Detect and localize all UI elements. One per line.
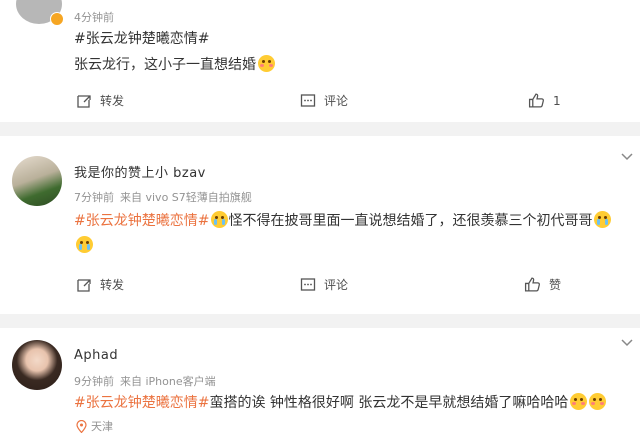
- laughing-emoji-icon: [589, 393, 607, 410]
- location-label: 天津: [91, 420, 113, 433]
- laughing-emoji-icon: [570, 393, 588, 410]
- hashtag-link[interactable]: #张云龙钟楚曦恋情#: [74, 213, 209, 229]
- like-count: 1: [553, 93, 561, 108]
- post-text-content: 怪不得在披哥里面一直说想结婚了，还很羡慕三个初代哥哥: [228, 213, 593, 229]
- like-label: 赞: [549, 278, 562, 292]
- post-text: #张云龙钟楚曦恋情# 怪不得在披哥里面一直说想结婚了，还很羡慕三个初代哥哥: [74, 210, 612, 230]
- avatar[interactable]: [12, 156, 62, 206]
- post-time: 9分钟前: [74, 375, 114, 388]
- location-pin-icon: [76, 419, 87, 433]
- post-3: Aphad 9分钟前 来自 iPhone客户端 #张云龙钟楚曦恋情#蛮搭的诶 钟性…: [0, 328, 640, 448]
- comment-button[interactable]: 评论: [300, 92, 348, 109]
- repost-button[interactable]: 转发: [76, 276, 124, 293]
- post-time: 4分钟前: [74, 11, 114, 24]
- repost-icon: [77, 278, 91, 292]
- avatar[interactable]: [12, 340, 62, 390]
- post-text: #张云龙钟楚曦恋情#蛮搭的诶 钟性格很好啊 张云龙不是早就想结婚了嘛哈哈哈: [74, 392, 607, 412]
- comment-icon: [300, 277, 316, 291]
- post-1: 4分钟前 #张云龙钟楚曦恋情# 张云龙行，这小子一直想结婚 转发 评论 1: [0, 0, 640, 122]
- post-text-content: 蛮搭的诶 钟性格很好啊 张云龙不是早就想结婚了嘛哈哈哈: [209, 395, 569, 411]
- username[interactable]: Aphad: [74, 348, 118, 363]
- comment-label: 评论: [324, 94, 349, 108]
- post-source: 来自 vivo S7轻薄自拍旗舰: [120, 191, 252, 204]
- like-button[interactable]: 1: [528, 92, 561, 109]
- crying-emoji-icon: [594, 211, 612, 228]
- thumbs-up-icon: [528, 93, 544, 108]
- username[interactable]: 我是你的赞上小 bzav: [74, 162, 206, 181]
- verified-badge-icon: [50, 12, 64, 26]
- comment-icon: [300, 93, 316, 107]
- post-text-content: 张云龙行，这小子一直想结婚: [74, 57, 256, 73]
- post-text-line2: [74, 236, 93, 254]
- repost-button[interactable]: 转发: [76, 92, 124, 109]
- post-source: 来自 iPhone客户端: [120, 375, 216, 388]
- hashtag-link[interactable]: #张云龙钟楚曦恋情#: [74, 28, 209, 48]
- thumbs-up-icon: [524, 277, 540, 292]
- comment-label: 评论: [324, 278, 349, 292]
- separator: [0, 314, 640, 328]
- like-button[interactable]: 赞: [524, 276, 561, 293]
- blush-emoji-icon: [258, 55, 275, 72]
- post-meta: 7分钟前 来自 vivo S7轻薄自拍旗舰: [74, 189, 258, 205]
- post-meta: 9分钟前 来自 iPhone客户端: [74, 373, 222, 389]
- comment-button[interactable]: 评论: [300, 276, 348, 293]
- chevron-down-icon[interactable]: [620, 338, 634, 348]
- repost-label: 转发: [100, 94, 125, 108]
- location-tag[interactable]: 天津: [76, 418, 113, 434]
- crying-emoji-icon: [76, 236, 93, 253]
- post-2: 我是你的赞上小 bzav 7分钟前 来自 vivo S7轻薄自拍旗舰 #张云龙钟楚…: [0, 136, 640, 314]
- crying-emoji-icon: [211, 211, 229, 228]
- hashtag-link[interactable]: #张云龙钟楚曦恋情#: [74, 395, 209, 411]
- repost-icon: [77, 94, 91, 108]
- post-time: 7分钟前: [74, 191, 114, 204]
- repost-label: 转发: [100, 278, 125, 292]
- post-text: 张云龙行，这小子一直想结婚: [74, 54, 275, 74]
- chevron-down-icon[interactable]: [620, 152, 634, 162]
- separator: [0, 122, 640, 136]
